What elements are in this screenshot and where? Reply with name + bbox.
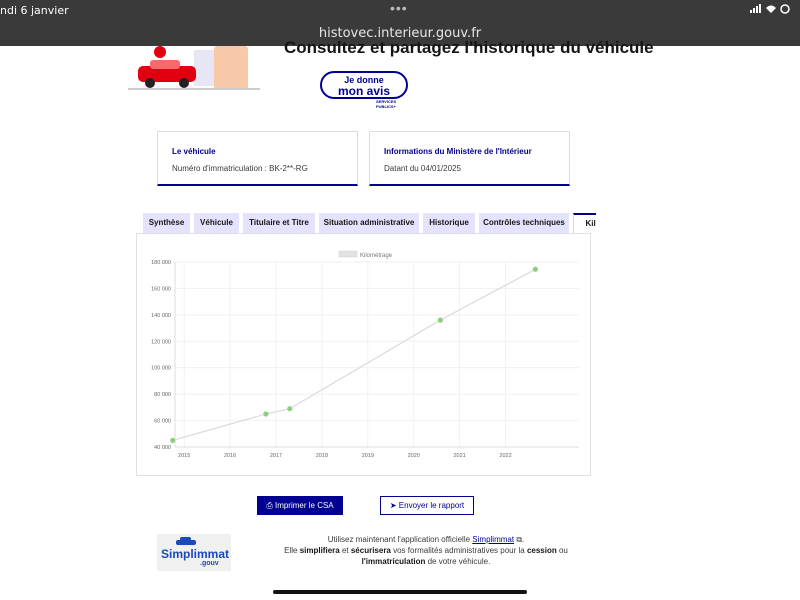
services-publics-logo: SERVICES PUBLICS+ <box>376 99 397 109</box>
legend-label[interactable]: Kilométrage <box>360 253 393 259</box>
x-tick-label: 2017 <box>270 453 282 459</box>
battery-icon <box>750 4 790 14</box>
y-tick-label: 180 000 <box>151 260 171 266</box>
x-tick-label: 2019 <box>362 453 374 459</box>
hero-illustration <box>128 46 260 90</box>
x-tick-label: 2015 <box>178 453 190 459</box>
x-tick-label: 2020 <box>408 453 420 459</box>
send-report-button[interactable]: ➤ Envoyer le rapport <box>380 496 474 515</box>
registration-number: Numéro d'immatriculation : BK-2**-RG <box>172 164 308 173</box>
data-date: Datant du 04/01/2025 <box>384 164 461 173</box>
tab-bar: Synthèse Véhicule Titulaire et Titre Sit… <box>143 213 596 233</box>
signal-wifi-battery-icons <box>750 4 796 17</box>
x-tick-label: 2018 <box>316 453 328 459</box>
status-time: ndi 6 janvier <box>0 4 69 17</box>
y-tick-label: 100 000 <box>151 366 171 372</box>
app-promo-line3: l'immatriculation de votre véhicule. <box>361 557 491 566</box>
data-point <box>287 406 293 412</box>
home-indicator[interactable] <box>273 590 527 594</box>
send-icon: ➤ <box>389 501 397 510</box>
tab-synthese[interactable]: Synthèse <box>143 213 190 233</box>
app-promo-line1: Utilisez maintenant l'application offici… <box>327 535 525 544</box>
tab-kilometrage[interactable]: Kilo <box>573 213 596 233</box>
tab-vehicule[interactable]: Véhicule <box>194 213 239 233</box>
y-tick-label: 140 000 <box>151 313 171 319</box>
simplimmat-link[interactable]: Simplimmat <box>472 535 514 544</box>
data-point <box>170 437 176 443</box>
car-icon <box>176 537 196 545</box>
page-title: Consultez et partagez l'historique du vé… <box>284 38 654 57</box>
data-point <box>263 411 269 417</box>
vehicle-card-title: Le véhicule <box>172 147 216 156</box>
mileage-chart-container: 40 000 60 000 80 000 100 000 120 000 140 000 1… <box>136 233 591 476</box>
vehicle-card: Le véhicule Numéro d'immatriculation : B… <box>157 131 358 186</box>
x-tick-label: 2021 <box>454 453 466 459</box>
printer-icon: ⎙ <box>266 501 273 510</box>
y-tick-label: 80 000 <box>154 392 171 398</box>
ministry-card: Informations du Ministère de l'Intérieur… <box>369 131 570 186</box>
y-tick-label: 120 000 <box>151 339 171 345</box>
ministry-card-title: Informations du Ministère de l'Intérieur <box>384 147 532 156</box>
give-feedback-button[interactable]: Je donne mon avis <box>320 71 408 99</box>
more-icon[interactable]: ••• <box>390 0 408 16</box>
y-tick-label: 160 000 <box>151 286 171 292</box>
data-point <box>437 317 443 323</box>
data-point <box>532 266 538 272</box>
mileage-chart: 40 000 60 000 80 000 100 000 120 000 140 000 1… <box>151 250 579 459</box>
x-tick-label: 2016 <box>224 453 236 459</box>
x-tick-label: 2022 <box>499 453 511 459</box>
y-tick-label: 60 000 <box>154 419 171 425</box>
external-link-icon: ⧉ <box>516 535 523 544</box>
simplimmat-logo-gouv: .gouv <box>200 560 219 567</box>
print-csa-button[interactable]: ⎙ Imprimer le CSA <box>257 496 343 515</box>
tab-controles-techniques[interactable]: Contrôles techniques <box>479 213 569 233</box>
simplimmat-logo-text: Simplimmat <box>161 547 230 561</box>
tab-titulaire[interactable]: Titulaire et Titre <box>243 213 315 233</box>
tab-situation-administrative[interactable]: Situation administrative <box>319 213 419 233</box>
app-promo-line2: Elle simplifiera et sécurisera vos forma… <box>284 546 568 555</box>
mileage-line <box>172 268 536 442</box>
tab-historique[interactable]: Historique <box>423 213 475 233</box>
y-tick-label: 40 000 <box>154 445 171 451</box>
legend-swatch[interactable] <box>338 250 358 258</box>
